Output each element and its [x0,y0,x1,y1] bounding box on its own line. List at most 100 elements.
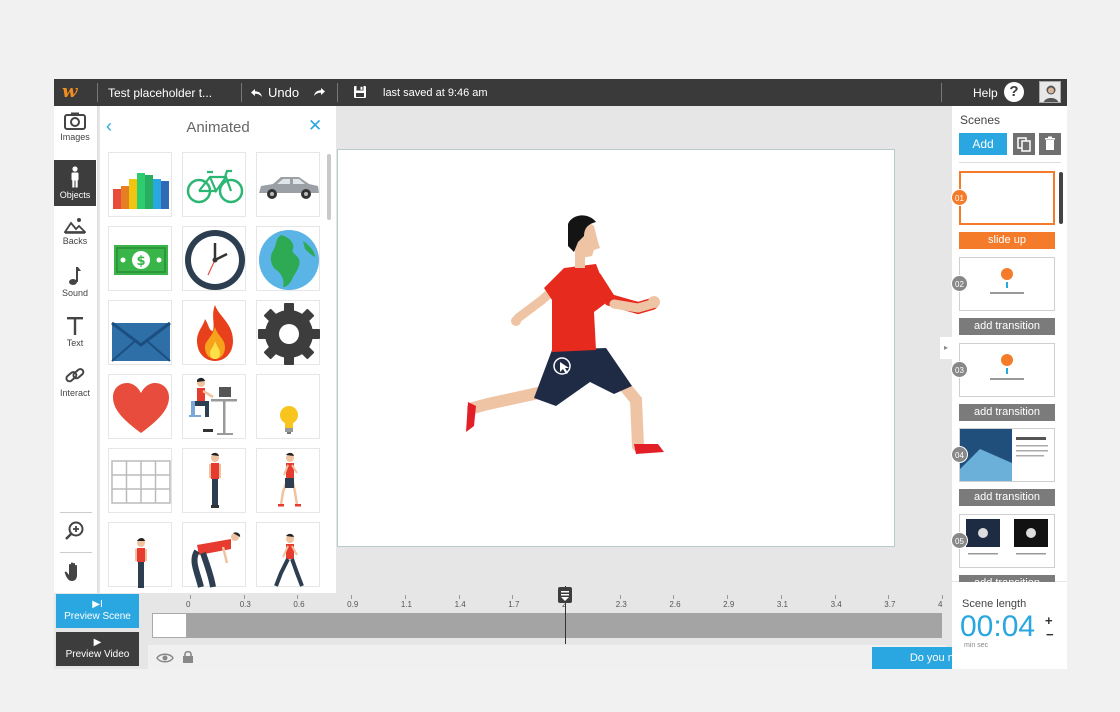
timeline-track[interactable] [152,613,942,638]
music-note-icon [69,267,81,285]
library-item-globe[interactable] [256,226,320,291]
scene-number-badge: 04 [951,446,968,463]
scenes-scrollbar[interactable] [1059,172,1063,224]
timeline-tick-label: 0.6 [293,600,305,609]
increase-length-button[interactable]: + [1045,613,1053,628]
tool-label: Objects [59,190,91,200]
library-item-dollar-bill[interactable]: $ [108,226,172,291]
timeline-tick-mark [297,595,299,599]
person-icon [71,166,79,188]
scene-thumbnail-3[interactable] [959,343,1055,397]
library-item-man-walking[interactable] [256,448,320,513]
timeline-tick-label: 2.3 [615,600,627,609]
avatar[interactable] [1039,81,1061,103]
tool-backs[interactable]: Backs [54,210,96,256]
scene-thumbnail-5[interactable] [959,514,1055,568]
timeline-clip[interactable] [152,613,187,638]
lock-icon[interactable] [182,650,194,669]
tool-text[interactable]: Text [54,310,96,356]
divider [60,552,92,553]
scene-thumbnail-1[interactable] [959,171,1055,225]
tool-label: Sound [61,288,89,298]
library-item-bicycle[interactable] [182,152,246,217]
scene-length-value[interactable]: 00:04 [960,610,1035,644]
redo-icon [314,88,325,96]
scene-number-badge: 05 [951,532,968,549]
scene-thumbnail-2[interactable] [959,257,1055,311]
scene-transition-button[interactable]: add transition [959,318,1055,335]
scene-number-badge: 01 [951,189,968,206]
timeline-tick-mark [404,595,406,599]
library-item-man-standing[interactable] [182,448,246,513]
timeline-tick-label: 1.1 [400,600,412,609]
help-icon[interactable]: ? [1004,82,1024,102]
library-item-clock[interactable] [182,226,246,291]
preview-scene-button[interactable]: ▶I Preview Scene [56,594,139,628]
separator [97,83,98,102]
delete-scene-button[interactable] [1039,133,1061,155]
timeline-tick-mark [512,595,514,599]
library-item-grid-table[interactable] [108,448,172,513]
timeline-tick-label: 3.1 [776,600,788,609]
save-icon[interactable] [353,85,367,102]
tool-objects[interactable]: Objects [54,160,96,206]
undo-icon [251,88,262,97]
timeline-tick-label: 3.7 [884,600,896,609]
library-item-man-at-desk[interactable] [182,374,246,439]
canvas-stage[interactable] [337,149,895,547]
copy-scene-button[interactable] [1013,133,1035,155]
library-item-fire[interactable] [182,300,246,365]
top-bar: w Test placeholder t... Undo last saved … [54,79,1067,106]
hand-icon[interactable] [64,561,84,588]
scene-number-badge: 02 [951,275,968,292]
scene-thumbnail-4[interactable] [959,428,1055,482]
timeline[interactable]: 00.30.60.91.11.41.722.32.62.93.13.43.74 [148,586,948,646]
play-step-icon: ▶I [92,599,103,610]
help-link[interactable]: Help [973,86,998,100]
preview-scene-label: Preview Scene [64,611,131,622]
decrease-length-button[interactable]: − [1046,627,1054,642]
close-icon[interactable]: ✕ [308,116,322,136]
last-saved-status: last saved at 9:46 am [383,87,488,99]
library-item-man-bending[interactable] [182,522,246,588]
timeline-tick-mark [834,595,836,599]
trash-icon [1045,136,1055,150]
tool-label: Backs [62,236,88,246]
running-man-object[interactable] [338,150,896,548]
preview-video-button[interactable]: ▶ Preview Video [56,632,139,666]
scene-transition-button[interactable]: add transition [959,404,1055,421]
library-scrollbar[interactable] [327,154,331,220]
play-icon: ▶ [93,637,102,648]
library-item-heart[interactable] [108,374,172,439]
library-item-car[interactable] [256,152,320,217]
eye-icon[interactable] [156,651,174,669]
library-item-man-striding[interactable] [256,522,320,587]
add-scene-button[interactable]: Add [959,133,1007,155]
redo-button[interactable] [313,86,325,100]
undo-label: Undo [268,85,300,100]
scene-transition-button[interactable]: add transition [959,489,1055,506]
scene-transition-button[interactable]: slide up [959,232,1055,249]
collapse-panel-arrow-icon[interactable]: ▸ [940,337,952,359]
library-item-envelope[interactable] [108,300,172,365]
zoom-icon[interactable] [64,520,86,547]
document-title[interactable]: Test placeholder t... [108,86,212,100]
timeline-tick-mark [727,595,729,599]
app-window: w Test placeholder t... Undo last saved … [54,79,1067,669]
undo-button[interactable]: Undo [251,85,299,100]
timeline-tick-mark [673,595,675,599]
separator [337,83,338,102]
library-item-light-bulb[interactable] [256,374,320,439]
library-item-gear[interactable] [256,300,320,365]
landscape-icon [64,218,86,234]
playhead-handle[interactable] [558,587,572,603]
library-item-bar-chart[interactable] [108,152,172,217]
tool-interact[interactable]: Interact [54,360,96,406]
timeline-tick-mark [351,595,353,599]
scenes-title: Scenes [960,113,1001,127]
separator [941,83,942,102]
library-item-man-standing-front[interactable] [108,522,172,588]
timeline-tick-label: 2.9 [723,600,735,609]
tool-images[interactable]: Images [54,106,96,152]
tool-sound[interactable]: Sound [54,260,96,306]
